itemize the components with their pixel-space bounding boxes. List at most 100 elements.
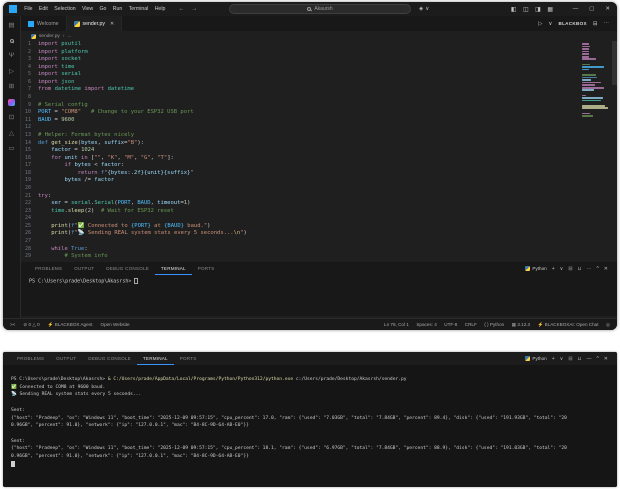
panel-tab-problems[interactable]: PROBLEMS (29, 262, 68, 275)
toggle-secondary-sidebar-button[interactable]: ◨ (535, 6, 541, 13)
close-panel-button[interactable]: ✕ (604, 356, 608, 362)
split-terminal-button[interactable]: ⊟ (568, 266, 572, 272)
python-version[interactable]: ▦ 3.12.3 (512, 322, 530, 328)
code-token: sleep (68, 208, 85, 214)
language-mode[interactable]: { } Python (484, 322, 504, 328)
close-icon[interactable]: ✕ (110, 21, 114, 27)
breadcrumb-file[interactable]: sender.py (39, 34, 60, 39)
terminal-shell-label[interactable]: Python (525, 266, 546, 271)
minimap-line (582, 51, 589, 53)
menu-help[interactable]: Help (152, 2, 169, 16)
remote-indicator[interactable]: >< (10, 322, 15, 328)
more-actions-icon[interactable]: ⋯ (604, 21, 610, 27)
maximize-button[interactable]: ▢ (589, 6, 594, 12)
tab-sender-py[interactable]: sender.py ✕ (67, 16, 123, 31)
breadcrumb-section[interactable]: ... (67, 34, 71, 39)
chevron-down-icon: ∨ (425, 6, 429, 12)
panel-tab-output[interactable]: OUTPUT (68, 262, 100, 275)
search-icon[interactable] (10, 39, 14, 43)
menu-run[interactable]: Run (110, 2, 126, 16)
code-token: PORT (38, 109, 51, 115)
menu-terminal[interactable]: Terminal (126, 2, 152, 16)
panel-tab-terminal[interactable]: TERMINAL (137, 352, 174, 365)
cursor-position[interactable]: Ln 78, Col 1 (384, 322, 409, 328)
minimize-panel-button[interactable]: — (586, 356, 591, 362)
code-line: 3import socket (21, 56, 617, 64)
eol-sequence[interactable]: CRLF (465, 322, 477, 328)
terminal-dropdown-button[interactable]: ∨ (560, 266, 564, 272)
terminal-line: {"host": "Pradeep", "os": "Windows 11", … (11, 445, 617, 453)
menu-edit[interactable]: Edit (36, 2, 51, 16)
split-terminal-button[interactable]: ⊟ (568, 356, 572, 362)
extensions-icon[interactable]: ⊞ (9, 83, 14, 90)
code-token: datetime (108, 86, 135, 92)
blackboxai-open-chat[interactable]: ⚡ BLACKBOXAI: Open Chat (538, 322, 599, 328)
open-website[interactable]: Open Website (101, 322, 130, 328)
vscode-logo-icon (9, 5, 17, 13)
terminal-dropdown-button[interactable]: ∨ (560, 356, 564, 362)
indentation[interactable]: Spaces: 4 (416, 322, 436, 328)
back-icon[interactable]: ← (179, 6, 185, 12)
toggle-panel-button[interactable]: ◫ (523, 6, 529, 13)
menu-selection[interactable]: Selection (51, 2, 79, 16)
remote-explorer-icon[interactable]: ⊡ (9, 114, 14, 121)
panel-tab-debug-console[interactable]: DEBUG CONSOLE (82, 352, 137, 365)
menu-view[interactable]: View (79, 2, 97, 16)
panel-tab-debug-console[interactable]: DEBUG CONSOLE (100, 262, 155, 275)
close-panel-button[interactable]: ✕ (604, 266, 608, 272)
panel-tab-problems[interactable]: PROBLEMS (11, 352, 50, 365)
code-token: serial (71, 200, 91, 206)
terminal-panel[interactable]: PS C:\Users\prade\Desktop\Akasrsh> (21, 275, 617, 316)
code-line: 9# Serial config (21, 102, 617, 110)
encoding[interactable]: UTF-8 (444, 322, 457, 328)
panel-tab-ports[interactable]: PORTS (192, 262, 221, 275)
copilot-menu[interactable]: ◈ ∨ (419, 2, 429, 16)
more-actions-button[interactable]: ⋯ (586, 266, 591, 272)
blackbox-button[interactable]: BLACKBOX (558, 21, 586, 26)
notifications-bell[interactable]: ◎ (606, 322, 610, 328)
terminal-line (11, 461, 617, 469)
code-line: 19 bytes /= factor (21, 177, 617, 185)
customize-layout-button[interactable]: ▦ (547, 6, 553, 13)
explorer-icon[interactable]: ▤ (8, 22, 14, 29)
code-token: import (38, 56, 61, 62)
split-editor-icon[interactable]: ⊟ (593, 21, 598, 27)
panel-tab-output[interactable]: OUTPUT (50, 352, 82, 365)
terminal-shell-label[interactable]: Python (525, 356, 546, 361)
run-debug-icon[interactable]: ▷ (9, 68, 14, 75)
line-number: 25 (21, 223, 38, 231)
run-python-file-button[interactable]: ▷ (538, 21, 542, 27)
blackbox-ai-icon[interactable] (8, 99, 15, 106)
panel-tab-terminal[interactable]: TERMINAL (155, 262, 192, 275)
breadcrumb[interactable]: sender.py › ... (21, 31, 617, 41)
maximize-panel-button[interactable]: ^ (596, 266, 598, 272)
panel-tab-ports[interactable]: PORTS (174, 352, 203, 365)
toggle-primary-sidebar-button[interactable]: ◧ (511, 6, 517, 13)
chat-icon[interactable]: ▭ (8, 145, 14, 152)
new-terminal-button[interactable]: + (552, 356, 555, 362)
maximize-panel-button[interactable]: ^ (596, 356, 598, 362)
terminal-text: 0.96GB", "percent": 91.0}, "network": {"… (11, 423, 249, 428)
terminal-body[interactable]: PS C:\Users\prade\Desktop\Akasrsh> & C:/… (3, 365, 617, 487)
blackbox-agent[interactable]: ⚡ BLACKBOX Agent (48, 322, 93, 328)
tab-welcome[interactable]: Welcome (21, 16, 67, 31)
close-button[interactable]: ✕ (605, 6, 610, 12)
menu-file[interactable]: File (21, 2, 36, 16)
code-editor[interactable]: 1import psutil2import platform3import so… (21, 41, 617, 262)
menu-go[interactable]: Go (96, 2, 109, 16)
command-center-search[interactable]: Akaursh (229, 4, 411, 14)
minimap[interactable] (582, 43, 610, 118)
editor-scrollbar[interactable] (612, 41, 617, 85)
python-icon (74, 21, 80, 27)
problems-counts[interactable]: ⊘ 0 △ 0 (23, 322, 39, 328)
run-dropdown-icon[interactable]: ∨ (548, 21, 552, 27)
source-control-icon[interactable]: Ψ (9, 52, 14, 59)
status-bar: >< ⊘ 0 △ 0 ⚡ BLACKBOX Agent Open Website Ln… (3, 318, 617, 330)
minimize-button[interactable]: — (573, 6, 579, 12)
forward-icon[interactable]: → (192, 6, 198, 12)
minimap-line (582, 48, 589, 50)
new-terminal-button[interactable]: + (552, 266, 555, 272)
kill-terminal-button[interactable]: ⊔ (578, 356, 582, 362)
testing-icon[interactable]: △ (9, 130, 14, 137)
kill-terminal-button[interactable]: ⊔ (578, 266, 582, 272)
